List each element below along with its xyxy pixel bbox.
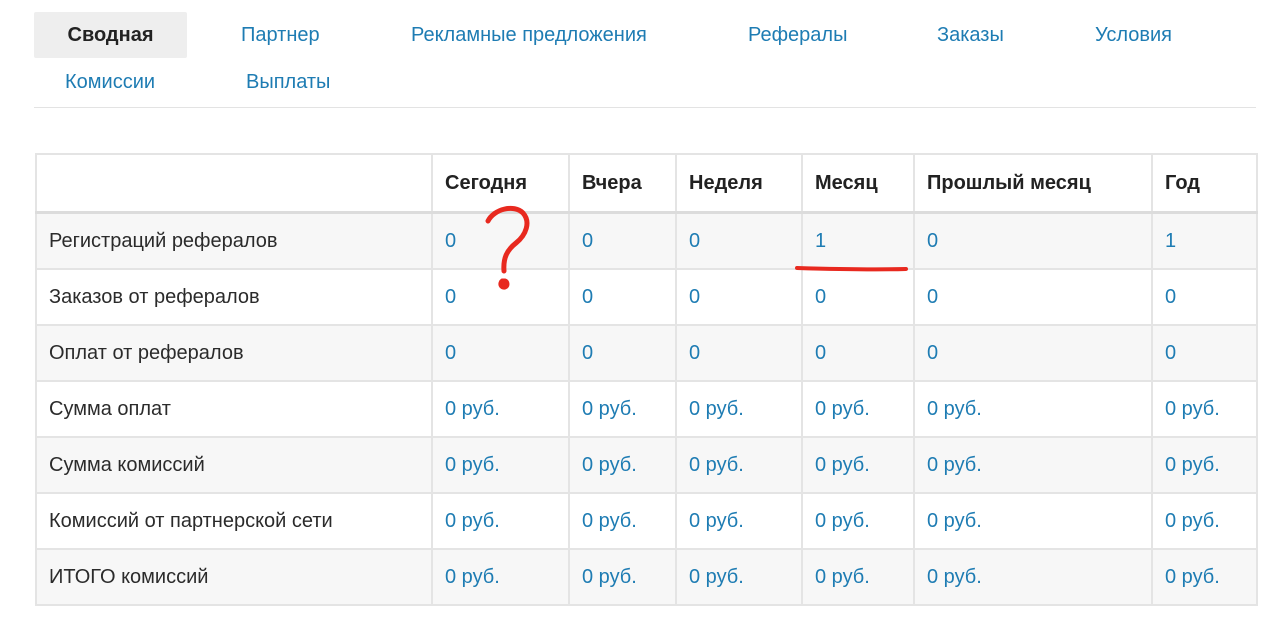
cell-value[interactable]: 0 руб. — [1151, 492, 1258, 550]
table-row: Оплат от рефералов 0 0 0 0 0 0 — [35, 324, 1258, 382]
table-row: Сумма оплат 0 руб. 0 руб. 0 руб. 0 руб. … — [35, 380, 1258, 438]
tab-payouts[interactable]: Выплаты — [246, 59, 330, 105]
cell-value[interactable]: 0 руб. — [675, 436, 803, 494]
cell-value[interactable]: 0 руб. — [431, 436, 570, 494]
cell-value[interactable]: 0 руб. — [1151, 548, 1258, 606]
cell-value[interactable]: 0 руб. — [801, 492, 915, 550]
cell-value[interactable]: 0 руб. — [801, 548, 915, 606]
cell-value[interactable]: 0 руб. — [675, 548, 803, 606]
summary-stats-table: Сегодня Вчера Неделя Месяц Прошлый месяц… — [35, 153, 1258, 606]
cell-value[interactable]: 0 — [675, 268, 803, 326]
column-header-today: Сегодня — [431, 153, 570, 214]
cell-value[interactable]: 0 руб. — [675, 380, 803, 438]
cell-value[interactable]: 0 руб. — [913, 436, 1153, 494]
tab-referrals[interactable]: Рефералы — [748, 12, 847, 58]
cell-value[interactable]: 0 руб. — [431, 380, 570, 438]
cell-value[interactable]: 0 — [431, 268, 570, 326]
affiliate-summary-page: Сводная Партнер Рекламные предложения Ре… — [0, 0, 1280, 634]
tab-ad-offers[interactable]: Рекламные предложения — [411, 12, 647, 58]
column-header-week: Неделя — [675, 153, 803, 214]
table-row: Заказов от рефералов 0 0 0 0 0 0 — [35, 268, 1258, 326]
row-label: Заказов от рефералов — [35, 268, 433, 326]
cell-value[interactable]: 0 руб. — [431, 548, 570, 606]
cell-value[interactable]: 0 руб. — [675, 492, 803, 550]
cell-value[interactable]: 0 — [431, 324, 570, 382]
cell-value[interactable]: 1 — [1151, 211, 1258, 270]
column-header-yesterday: Вчера — [568, 153, 677, 214]
cell-value[interactable]: 0 — [568, 324, 677, 382]
cell-value[interactable]: 0 — [568, 268, 677, 326]
column-header-label — [35, 153, 433, 214]
cell-value[interactable]: 0 руб. — [913, 380, 1153, 438]
cell-value[interactable]: 0 — [1151, 268, 1258, 326]
row-label: ИТОГО комиссий — [35, 548, 433, 606]
cell-value[interactable]: 0 руб. — [568, 548, 677, 606]
column-header-month: Месяц — [801, 153, 915, 214]
cell-value[interactable]: 0 руб. — [568, 492, 677, 550]
cell-value[interactable]: 0 — [568, 211, 677, 270]
column-header-year: Год — [1151, 153, 1258, 214]
table-row: Сумма комиссий 0 руб. 0 руб. 0 руб. 0 ру… — [35, 436, 1258, 494]
tab-summary[interactable]: Сводная — [34, 12, 187, 58]
table-row: Регистраций рефералов 0 0 0 1 0 1 — [35, 211, 1258, 270]
cell-value[interactable]: 0 — [913, 268, 1153, 326]
cell-value[interactable]: 0 — [801, 268, 915, 326]
table-row: ИТОГО комиссий 0 руб. 0 руб. 0 руб. 0 ру… — [35, 548, 1258, 606]
cell-value[interactable]: 0 руб. — [568, 380, 677, 438]
cell-value[interactable]: 0 — [801, 324, 915, 382]
row-label: Сумма комиссий — [35, 436, 433, 494]
cell-value[interactable]: 0 руб. — [431, 492, 570, 550]
row-label: Комиссий от партнерской сети — [35, 492, 433, 550]
cell-value[interactable]: 0 — [1151, 324, 1258, 382]
cell-value[interactable]: 0 — [913, 211, 1153, 270]
cell-value[interactable]: 0 — [675, 324, 803, 382]
cell-value[interactable]: 0 руб. — [913, 492, 1153, 550]
tab-orders[interactable]: Заказы — [937, 12, 1004, 58]
row-label: Оплат от рефералов — [35, 324, 433, 382]
cell-value[interactable]: 1 — [801, 211, 915, 270]
cell-value[interactable]: 0 руб. — [1151, 380, 1258, 438]
column-header-last-month: Прошлый месяц — [913, 153, 1153, 214]
cell-value[interactable]: 0 — [431, 211, 570, 270]
cell-value[interactable]: 0 руб. — [801, 436, 915, 494]
row-label: Сумма оплат — [35, 380, 433, 438]
cell-value[interactable]: 0 руб. — [1151, 436, 1258, 494]
cell-value[interactable]: 0 руб. — [568, 436, 677, 494]
cell-value[interactable]: 0 руб. — [801, 380, 915, 438]
cell-value[interactable]: 0 — [913, 324, 1153, 382]
tabs-nav: Сводная Партнер Рекламные предложения Ре… — [34, 12, 1256, 108]
row-label: Регистраций рефералов — [35, 211, 433, 270]
table-row: Комиссий от партнерской сети 0 руб. 0 ру… — [35, 492, 1258, 550]
tab-commissions[interactable]: Комиссии — [65, 59, 155, 105]
tab-conditions[interactable]: Условия — [1095, 12, 1172, 58]
cell-value[interactable]: 0 руб. — [913, 548, 1153, 606]
cell-value[interactable]: 0 — [675, 211, 803, 270]
tab-partner[interactable]: Партнер — [241, 12, 320, 58]
table-header-row: Сегодня Вчера Неделя Месяц Прошлый месяц… — [35, 153, 1258, 214]
